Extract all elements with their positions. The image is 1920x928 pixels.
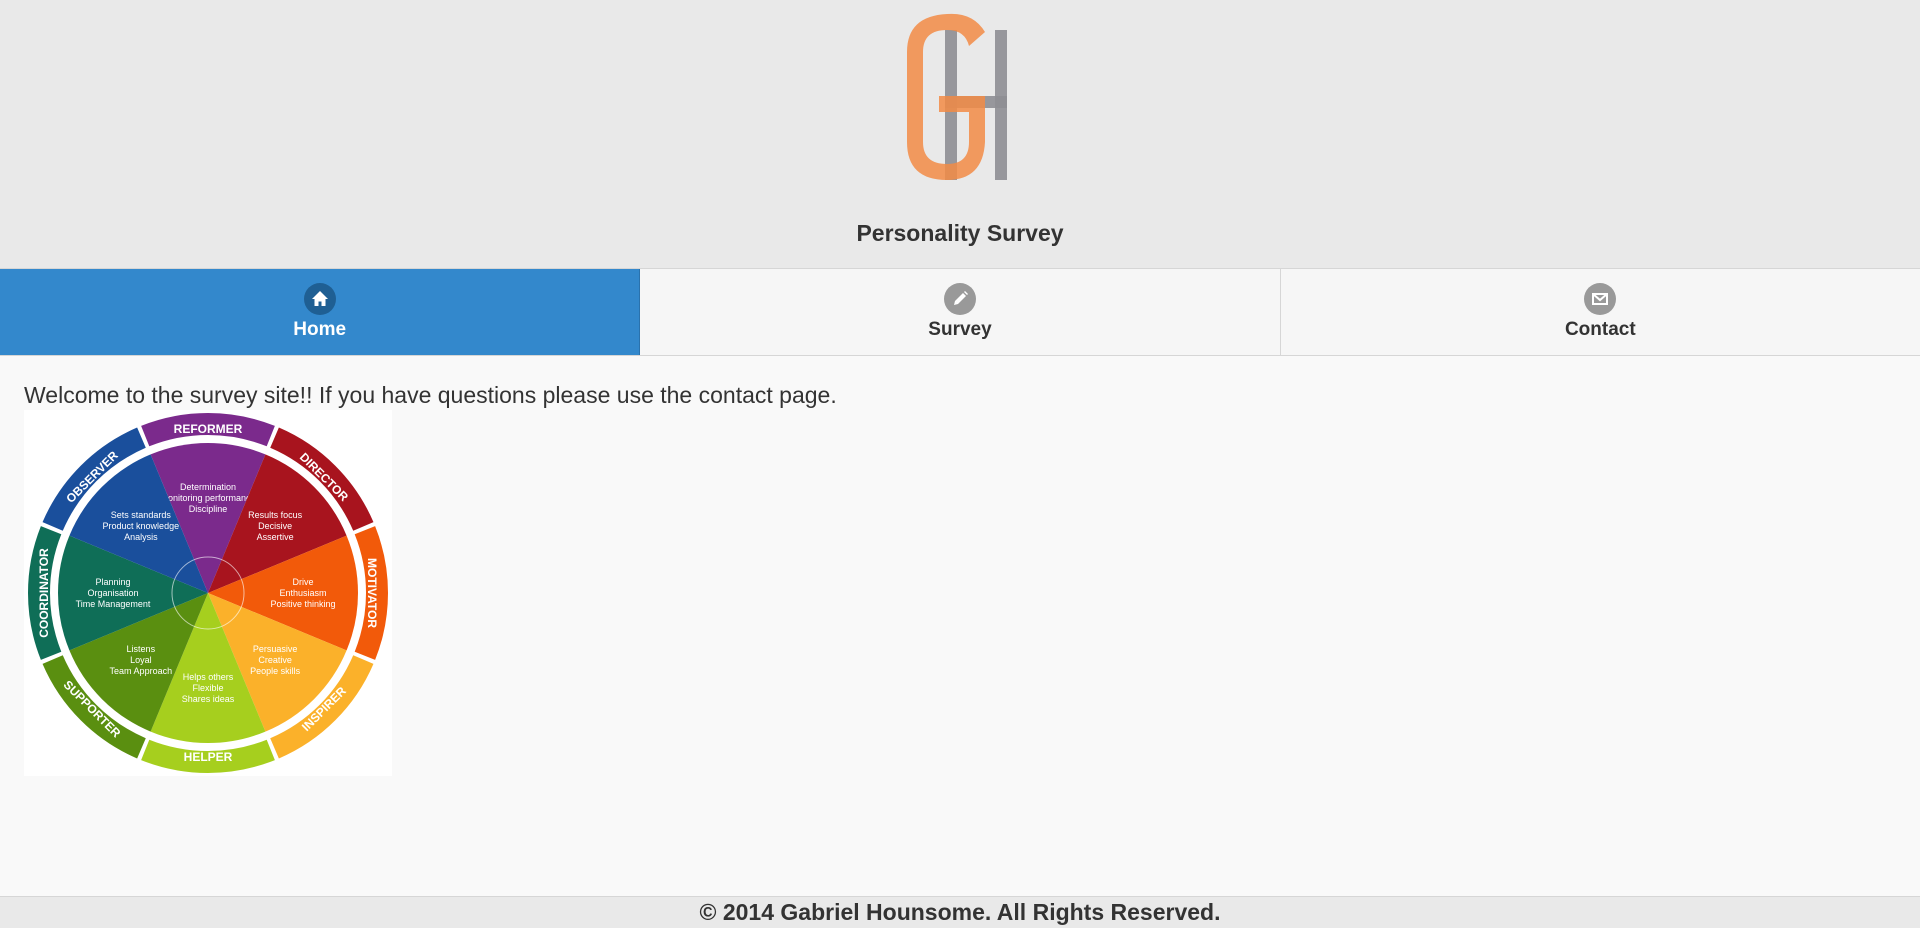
page-title: Personality Survey <box>856 220 1064 246</box>
header: Personality Survey <box>0 0 1920 268</box>
welcome-text: Welcome to the survey site!! If you have… <box>24 382 837 408</box>
wheel-trait: Assertive <box>257 532 294 542</box>
personality-wheel: REFORMER DeterminationMonitoring performa… <box>28 413 388 773</box>
wheel-trait: Listens <box>127 644 156 654</box>
wheel-label-helper: HELPER <box>184 750 233 764</box>
wheel-trait: Decisive <box>258 521 292 531</box>
wheel-trait: Determination <box>180 482 236 492</box>
wheel-trait: Planning <box>95 577 130 587</box>
tab-home[interactable]: Home <box>0 269 641 355</box>
tab-survey-label: Survey <box>928 319 992 340</box>
wheel-label-reformer: REFORMER <box>174 422 243 436</box>
pencil-icon <box>943 283 976 315</box>
wheel-trait: Drive <box>292 577 313 587</box>
wheel-trait: Positive thinking <box>270 599 335 609</box>
wheel-trait: Persuasive <box>253 644 298 654</box>
tab-contact[interactable]: Contact <box>1280 269 1920 355</box>
wheel-trait: Analysis <box>124 532 158 542</box>
home-icon <box>303 283 336 315</box>
copyright-text: © 2014 Gabriel Hounsome. All Rights Rese… <box>699 899 1221 925</box>
wheel-trait: Loyal <box>130 655 152 665</box>
wheel-trait: Discipline <box>189 504 228 514</box>
nav-bar: Home Survey Contact <box>0 268 1920 356</box>
wheel-trait: Shares ideas <box>182 694 235 704</box>
wheel-trait: People skills <box>250 666 301 676</box>
wheel-trait: Team Approach <box>110 666 173 676</box>
wheel-trait: Sets standards <box>111 510 172 520</box>
wheel-trait: Enthusiasm <box>279 588 326 598</box>
wheel-trait: Results focus <box>248 510 303 520</box>
personality-wheel-image: REFORMER Determination Monitoring performa… <box>24 410 392 776</box>
main-content: Welcome to the survey site!! If you have… <box>24 380 837 410</box>
wheel-trait: Organisation <box>87 588 138 598</box>
wheel-label-coordinator: COORDINATOR <box>37 548 51 638</box>
tab-survey[interactable]: Survey <box>640 269 1281 355</box>
tab-contact-label: Contact <box>1564 319 1636 340</box>
wheel-trait: Creative <box>258 655 292 665</box>
wheel-trait: Time Management <box>76 599 151 609</box>
wheel-trait: Helps others <box>183 672 234 682</box>
mail-icon <box>1584 283 1617 315</box>
wheel-trait: Product knowledge <box>103 521 180 531</box>
tab-home-label: Home <box>293 319 347 340</box>
gh-logo <box>907 13 1007 181</box>
wheel-trait: Monitoring performance <box>160 493 255 503</box>
footer: © 2014 Gabriel Hounsome. All Rights Rese… <box>0 896 1920 928</box>
wheel-trait: Flexible <box>192 683 223 693</box>
wheel-label-motivator: MOTIVATOR <box>365 558 379 628</box>
